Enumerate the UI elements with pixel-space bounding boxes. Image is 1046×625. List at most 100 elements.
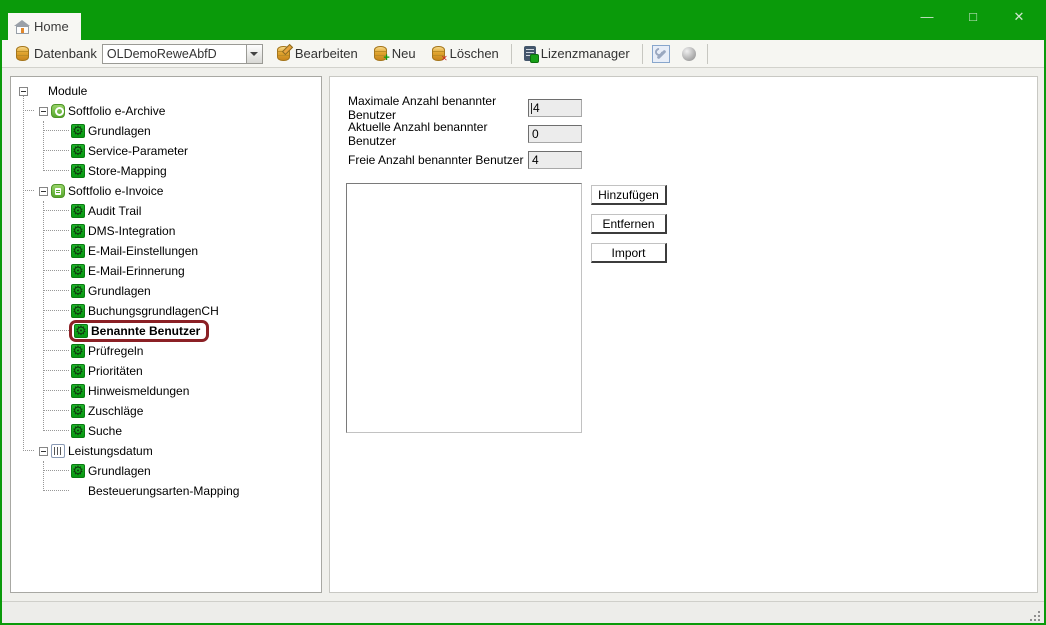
toolbar-separator <box>642 44 643 64</box>
tree-item-grundlagen[interactable]: Grundlagen <box>11 121 321 141</box>
import-button[interactable]: Import <box>591 243 667 263</box>
gear-icon <box>71 284 85 298</box>
field-row: Aktuelle Anzahl benannter Benutzer 0 <box>348 125 582 143</box>
tree-item-label: Suche <box>85 424 122 438</box>
database-selector: Datenbank OLDemoReweAbfD <box>10 44 269 64</box>
tree-item-label: Hinweismeldungen <box>85 384 189 398</box>
tree-item-label: Softfolio e-Invoice <box>65 184 163 198</box>
database-combobox-dropdown-button[interactable] <box>246 44 263 64</box>
tree-item-grundlagen[interactable]: Grundlagen <box>11 281 321 301</box>
status-bar <box>2 601 1044 625</box>
tree-item-label: Softfolio e-Archive <box>65 104 165 118</box>
tree-item-dms-integration[interactable]: DMS-Integration <box>11 221 321 241</box>
database-combobox[interactable]: OLDemoReweAbfD <box>102 44 263 64</box>
tab-home[interactable]: Home <box>8 13 81 40</box>
close-button[interactable]: ✕ <box>1008 9 1030 25</box>
tree-item-module[interactable]: Module <box>11 81 321 101</box>
tree-item-benannte-benutzer[interactable]: Benannte Benutzer <box>11 321 321 341</box>
tree-item-label: Besteuerungsarten-Mapping <box>85 484 239 498</box>
tree-item-label: Store-Mapping <box>85 164 167 178</box>
tree-collapse-icon[interactable] <box>19 87 28 96</box>
tree-collapse-icon[interactable] <box>39 107 48 116</box>
tree-item-label: Grundlagen <box>85 124 151 138</box>
tree-collapse-icon[interactable] <box>39 187 48 196</box>
bearbeiten-button[interactable]: Bearbeiten <box>269 43 366 64</box>
database-new-icon <box>374 46 387 61</box>
gear-icon <box>71 424 85 438</box>
tree-item-service-parameter[interactable]: Service-Parameter <box>11 141 321 161</box>
tree-item-e-mail-einstellungen[interactable]: E-Mail-Einstellungen <box>11 241 321 261</box>
tree-item-label: Leistungsdatum <box>65 444 153 458</box>
tree-item-softfolio-e-invoice[interactable]: Softfolio e-Invoice <box>11 181 321 201</box>
tree-item-label: Grundlagen <box>85 464 151 478</box>
gear-icon <box>71 464 85 478</box>
neu-button-label: Neu <box>392 46 416 61</box>
license-manager-icon <box>524 46 536 61</box>
maximize-button[interactable]: □ <box>962 9 984 25</box>
lizenzmanager-button[interactable]: Lizenzmanager <box>516 43 638 64</box>
gear-icon <box>71 344 85 358</box>
gear-icon <box>71 164 85 178</box>
database-delete-icon <box>432 46 445 61</box>
settings-panel: Maximale Anzahl benannter Benutzer 4 Akt… <box>329 76 1038 593</box>
gear-icon <box>71 224 85 238</box>
tree-collapse-icon[interactable] <box>39 447 48 456</box>
toolbar-separator <box>707 44 708 64</box>
tree-item-pr-fregeln[interactable]: Prüfregeln <box>11 341 321 361</box>
entfernen-button[interactable]: Entfernen <box>591 214 667 234</box>
tree-item-hinweismeldungen[interactable]: Hinweismeldungen <box>11 381 321 401</box>
gear-icon <box>71 124 85 138</box>
tree-item-audit-trail[interactable]: Audit Trail <box>11 201 321 221</box>
tree-item-buchungsgrundlagench[interactable]: BuchungsgrundlagenCH <box>11 301 321 321</box>
tree-item-label: Benannte Benutzer <box>88 324 200 338</box>
gear-icon <box>71 384 85 398</box>
tree-item-e-mail-erinnerung[interactable]: E-Mail-Erinnerung <box>11 261 321 281</box>
tree-item-suche[interactable]: Suche <box>11 421 321 441</box>
content-area: Module Softfolio e-Archive Grundlagen Servi… <box>2 68 1044 601</box>
gear-icon <box>71 144 85 158</box>
neu-button[interactable]: Neu <box>366 43 424 64</box>
loeschen-button[interactable]: Löschen <box>424 43 507 64</box>
database-icon <box>16 46 29 61</box>
home-icon <box>16 26 29 34</box>
tree-item-leistungsdatum[interactable]: Leistungsdatum <box>11 441 321 461</box>
bearbeiten-button-label: Bearbeiten <box>295 46 358 61</box>
resize-grip[interactable] <box>1028 609 1040 621</box>
current-users-field[interactable]: 0 <box>528 125 582 143</box>
free-users-label: Freie Anzahl benannter Benutzer <box>348 153 528 167</box>
globe-button[interactable] <box>677 43 701 65</box>
tree-item-store-mapping[interactable]: Store-Mapping <box>11 161 321 181</box>
chevron-down-icon <box>250 52 258 56</box>
named-users-listbox[interactable] <box>346 183 582 433</box>
gear-icon <box>71 264 85 278</box>
database-edit-icon <box>277 46 290 61</box>
app-archive-icon <box>51 104 65 118</box>
database-label: Datenbank <box>34 46 97 61</box>
tree-item-priorit-ten[interactable]: Prioritäten <box>11 361 321 381</box>
free-users-field[interactable]: 4 <box>528 151 582 169</box>
tab-home-label: Home <box>34 19 69 34</box>
barcode-icon <box>51 444 65 458</box>
tree-item-softfolio-e-archive[interactable]: Softfolio e-Archive <box>11 101 321 121</box>
tree-item-label: Prioritäten <box>85 364 143 378</box>
max-users-label: Maximale Anzahl benannter Benutzer <box>348 94 528 122</box>
tree-item-zuschl-ge[interactable]: Zuschläge <box>11 401 321 421</box>
minimize-button[interactable]: — <box>916 9 938 25</box>
current-users-value: 0 <box>531 127 539 141</box>
hinzufuegen-button[interactable]: Hinzufügen <box>591 185 667 205</box>
tree-item-label: E-Mail-Erinnerung <box>85 264 185 278</box>
gear-icon <box>71 364 85 378</box>
tree-item-label: BuchungsgrundlagenCH <box>85 304 219 318</box>
tree-item-grundlagen[interactable]: Grundlagen <box>11 461 321 481</box>
tree-item-label: Service-Parameter <box>85 144 188 158</box>
tools-button[interactable] <box>649 43 673 65</box>
loeschen-button-label: Löschen <box>450 46 499 61</box>
user-count-fields: Maximale Anzahl benannter Benutzer 4 Akt… <box>348 99 582 177</box>
toolbar-separator <box>511 44 512 64</box>
database-combobox-value[interactable]: OLDemoReweAbfD <box>102 44 246 64</box>
tree-item-besteuerungsarten-mapping[interactable]: Besteuerungsarten-Mapping <box>11 481 321 501</box>
window-controls: — □ ✕ <box>916 9 1030 25</box>
max-users-field[interactable]: 4 <box>528 99 582 117</box>
tree-items: Module Softfolio e-Archive Grundlagen Servi… <box>11 77 321 501</box>
tree-item-label: Prüfregeln <box>85 344 143 358</box>
